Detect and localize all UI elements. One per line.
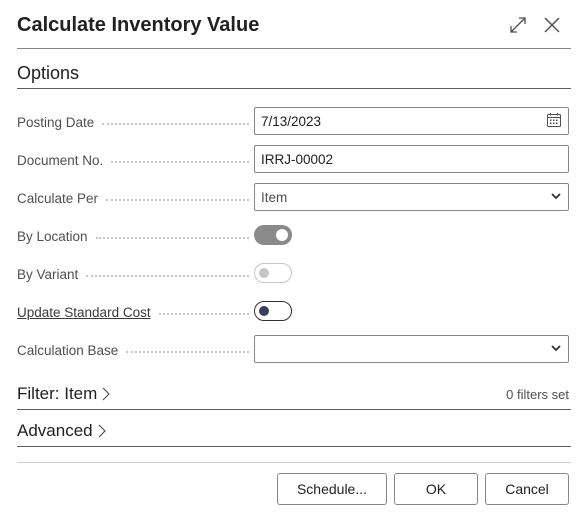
calculation-base-row: Calculation Base	[17, 335, 569, 365]
label-leader	[102, 123, 249, 125]
calculate-per-row: Calculate Per Item	[17, 183, 569, 213]
cancel-button[interactable]: Cancel	[485, 473, 569, 505]
toggle-knob	[259, 306, 269, 316]
by-location-label: By Location	[17, 229, 253, 244]
calculate-per-select[interactable]: Item	[254, 183, 569, 211]
filter-item-title[interactable]: Filter: Item	[17, 384, 111, 404]
advanced-header[interactable]: Advanced	[17, 421, 569, 441]
document-no-input[interactable]: IRRJ-00002	[254, 145, 569, 173]
filters-set-count: 0 filters set	[506, 386, 569, 402]
chevron-down-icon	[550, 342, 562, 357]
posting-date-value: 7/13/2023	[261, 113, 322, 129]
by-variant-label: By Variant	[17, 267, 253, 282]
calculation-base-label-text: Calculation Base	[17, 342, 119, 358]
label-leader	[106, 199, 249, 201]
calculate-per-label-text: Calculate Per	[17, 190, 99, 206]
posting-date-label-text: Posting Date	[17, 114, 95, 130]
toggle-knob	[276, 229, 288, 241]
chevron-right-icon	[101, 387, 111, 401]
label-leader	[126, 351, 249, 353]
dialog-title: Calculate Inventory Value	[17, 14, 260, 36]
by-variant-label-text: By Variant	[17, 266, 79, 282]
calculation-base-label: Calculation Base	[17, 343, 253, 358]
expand-icon[interactable]	[507, 14, 529, 36]
chevron-right-icon	[97, 424, 107, 438]
advanced-divider	[17, 446, 571, 447]
label-leader	[95, 237, 249, 239]
options-section-divider	[17, 88, 571, 89]
schedule-button[interactable]: Schedule...	[277, 473, 387, 505]
label-leader	[158, 313, 249, 315]
label-leader	[111, 161, 249, 163]
by-variant-row: By Variant	[17, 259, 569, 289]
posting-date-label: Posting Date	[17, 115, 253, 130]
by-location-toggle[interactable]	[254, 225, 292, 245]
posting-date-input[interactable]: 7/13/2023	[254, 107, 569, 135]
calculate-per-value: Item	[261, 189, 288, 205]
document-no-label-text: Document No.	[17, 152, 104, 168]
title-actions	[507, 14, 563, 36]
close-icon[interactable]	[541, 14, 563, 36]
advanced-title-text: Advanced	[17, 421, 93, 440]
document-no-value: IRRJ-00002	[261, 151, 334, 167]
update-standard-cost-label: Update Standard Cost	[17, 305, 253, 320]
calendar-icon[interactable]	[546, 112, 562, 131]
chevron-down-icon	[550, 190, 562, 205]
update-standard-cost-row: Update Standard Cost	[17, 297, 569, 327]
options-section-title[interactable]: Options	[17, 63, 79, 84]
calculation-base-select[interactable]	[254, 335, 569, 363]
filter-item-header[interactable]: Filter: Item 0 filters set	[17, 384, 569, 404]
footer-divider	[17, 462, 571, 463]
toggle-knob	[259, 268, 269, 278]
by-location-row: By Location	[17, 221, 569, 251]
filter-item-title-text: Filter: Item	[17, 384, 98, 403]
ok-button[interactable]: OK	[394, 473, 478, 505]
update-standard-cost-label-text[interactable]: Update Standard Cost	[17, 305, 151, 320]
posting-date-row: Posting Date 7/13/2023	[17, 107, 569, 137]
advanced-title[interactable]: Advanced	[17, 421, 107, 441]
update-standard-cost-toggle[interactable]	[254, 301, 292, 321]
by-variant-toggle[interactable]	[254, 263, 292, 283]
label-leader	[86, 275, 249, 277]
filter-item-divider	[17, 409, 571, 410]
document-no-label: Document No.	[17, 153, 253, 168]
by-location-label-text: By Location	[17, 228, 88, 244]
title-divider	[17, 48, 571, 49]
calculate-per-label: Calculate Per	[17, 191, 253, 206]
document-no-row: Document No. IRRJ-00002	[17, 145, 569, 175]
